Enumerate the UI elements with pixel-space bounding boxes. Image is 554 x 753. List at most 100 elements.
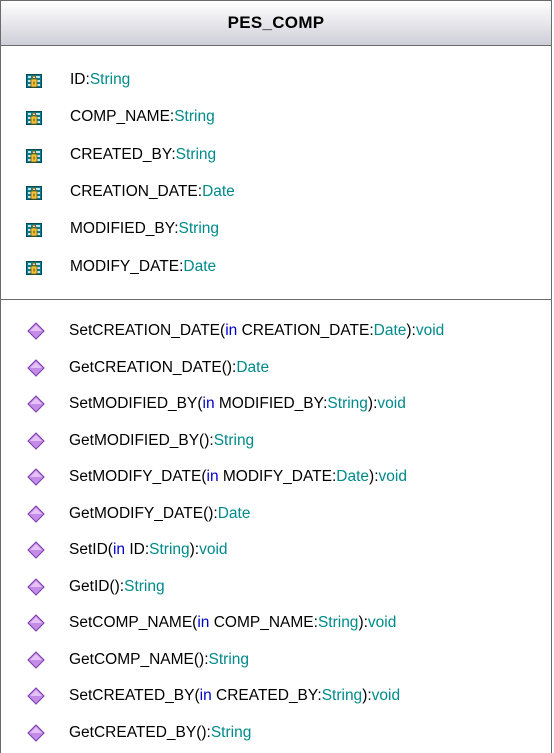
operation-text: SetCREATED_BY(in CREATED_BY:String):void (69, 687, 400, 705)
attribute-text: COMP_NAME:String (70, 108, 215, 126)
operation-row[interactable]: SetCOMP_NAME(in COMP_NAME:String):void (1, 610, 396, 636)
attribute-icon (26, 67, 48, 93)
operation-row[interactable]: GetCREATED_BY():String (1, 720, 251, 746)
return-type: String (213, 431, 255, 449)
param-name: MODIFY_DATE: (218, 468, 337, 485)
operation-text: SetCREATION_DATE(in CREATION_DATE:Date):… (69, 322, 444, 340)
attribute-row[interactable]: MODIFY_DATE:Date (1, 254, 216, 280)
attribute-name: MODIFIED_BY (70, 220, 175, 238)
param-direction-keyword: in (202, 395, 215, 412)
attribute-row[interactable]: CREATION_DATE:Date (1, 179, 235, 205)
return-type: void (371, 687, 401, 704)
return-type: void (367, 614, 397, 631)
operation-text: GetCREATED_BY():String (69, 724, 251, 742)
param-direction-keyword: in (112, 541, 126, 558)
attribute-name: ID (70, 71, 86, 88)
param-name: ID: (125, 541, 150, 558)
operation-name: GetMODIFY_DATE(): (69, 504, 218, 522)
operation-name: SetCREATION_DATE( (69, 322, 226, 339)
operation-name: SetMODIFY_DATE( (69, 468, 207, 485)
operation-row[interactable]: SetCREATED_BY(in CREATED_BY:String):void (1, 683, 400, 709)
attribute-icon (26, 142, 48, 168)
attribute-type: String (89, 71, 131, 88)
attribute-type: String (175, 145, 217, 163)
operation-text: SetMODIFY_DATE(in MODIFY_DATE:Date):void (69, 468, 407, 486)
operation-row[interactable]: GetCOMP_NAME():String (1, 647, 249, 673)
return-type: Date (236, 358, 270, 376)
operation-name: GetCREATION_DATE(): (69, 358, 237, 376)
operation-icon (27, 355, 47, 381)
attribute-row[interactable]: MODIFIED_BY:String (1, 216, 219, 242)
class-name: PES_COMP (227, 13, 325, 32)
attribute-text: ID:String (70, 71, 130, 89)
attribute-type: String (178, 220, 220, 238)
param-type: String (149, 541, 190, 558)
operation-row[interactable]: GetMODIFY_DATE():Date (1, 501, 250, 527)
operation-close: ): (362, 687, 372, 704)
operation-text: SetMODIFIED_BY(in MODIFIED_BY:String):vo… (69, 395, 406, 413)
param-direction-keyword: in (225, 322, 238, 339)
attribute-icon (26, 104, 48, 130)
attribute-row[interactable]: ID:String (1, 67, 130, 93)
operation-text: GetCOMP_NAME():String (69, 651, 249, 669)
operation-icon (27, 318, 47, 344)
operation-text: SetCOMP_NAME(in COMP_NAME:String):void (69, 614, 396, 632)
operation-row[interactable]: SetMODIFY_DATE(in MODIFY_DATE:Date):void (1, 464, 407, 490)
attribute-text: MODIFIED_BY:String (70, 220, 219, 238)
attribute-text: CREATION_DATE:Date (70, 183, 235, 201)
operation-row[interactable]: GetID():String (1, 574, 165, 600)
return-type: void (199, 541, 228, 558)
operation-row[interactable]: GetMODIFIED_BY():String (1, 428, 254, 454)
operation-name: GetCREATED_BY(): (69, 723, 211, 741)
param-type: String (321, 687, 363, 704)
attribute-row[interactable]: CREATED_BY:String (1, 142, 216, 168)
param-name: CREATION_DATE: (237, 322, 374, 339)
operation-icon (27, 683, 47, 709)
operation-name: SetCREATED_BY( (69, 687, 200, 704)
return-type: void (415, 322, 445, 339)
param-direction-keyword: in (206, 468, 219, 485)
return-type: void (377, 395, 406, 412)
param-name: CREATED_BY: (211, 687, 322, 704)
attribute-icon (26, 179, 48, 205)
uml-class-box[interactable]: PES_COMP ID:String COMP_NAME:String CREATE… (0, 0, 552, 753)
param-direction-keyword: in (197, 614, 210, 631)
operation-icon (27, 464, 47, 490)
operation-icon (27, 647, 47, 673)
return-type: void (378, 468, 407, 485)
operation-close: ): (189, 541, 200, 558)
attribute-name: CREATED_BY (70, 145, 172, 163)
operation-icon (27, 574, 47, 600)
operation-name: SetMODIFIED_BY( (69, 395, 203, 412)
operation-text: GetMODIFIED_BY():String (69, 432, 254, 450)
operation-row[interactable]: SetCREATION_DATE(in CREATION_DATE:Date):… (1, 318, 444, 344)
attributes-compartment: ID:String COMP_NAME:String CREATED_BY:Stri… (1, 46, 551, 300)
operation-close: ): (367, 395, 378, 412)
operation-close: ): (358, 614, 368, 631)
attribute-name: COMP_NAME (70, 108, 170, 126)
return-type: Date (217, 504, 251, 522)
attribute-name: MODIFY_DATE (70, 257, 180, 275)
attribute-name: CREATION_DATE (70, 182, 198, 200)
operation-row[interactable]: SetID(in ID:String):void (1, 537, 228, 563)
operation-icon (27, 428, 47, 454)
attribute-icon (26, 254, 48, 280)
attribute-text: CREATED_BY:String (70, 146, 216, 164)
attribute-type: Date (202, 182, 235, 200)
operation-row[interactable]: GetCREATION_DATE():Date (1, 355, 269, 381)
operation-text: GetMODIFY_DATE():Date (69, 505, 250, 523)
param-name: COMP_NAME: (209, 614, 318, 631)
operation-close: ): (406, 322, 416, 339)
operation-icon (27, 610, 47, 636)
return-type: String (210, 723, 252, 741)
param-type: Date (373, 322, 407, 339)
operation-text: GetCREATION_DATE():Date (69, 359, 269, 377)
attribute-row[interactable]: COMP_NAME:String (1, 104, 215, 130)
operation-name: SetCOMP_NAME( (69, 614, 198, 631)
operation-close: ): (369, 468, 379, 485)
class-header: PES_COMP (1, 1, 551, 46)
operation-text: SetID(in ID:String):void (69, 541, 228, 559)
operation-row[interactable]: SetMODIFIED_BY(in MODIFIED_BY:String):vo… (1, 391, 406, 417)
operation-icon (27, 501, 47, 527)
param-type: String (317, 614, 359, 631)
